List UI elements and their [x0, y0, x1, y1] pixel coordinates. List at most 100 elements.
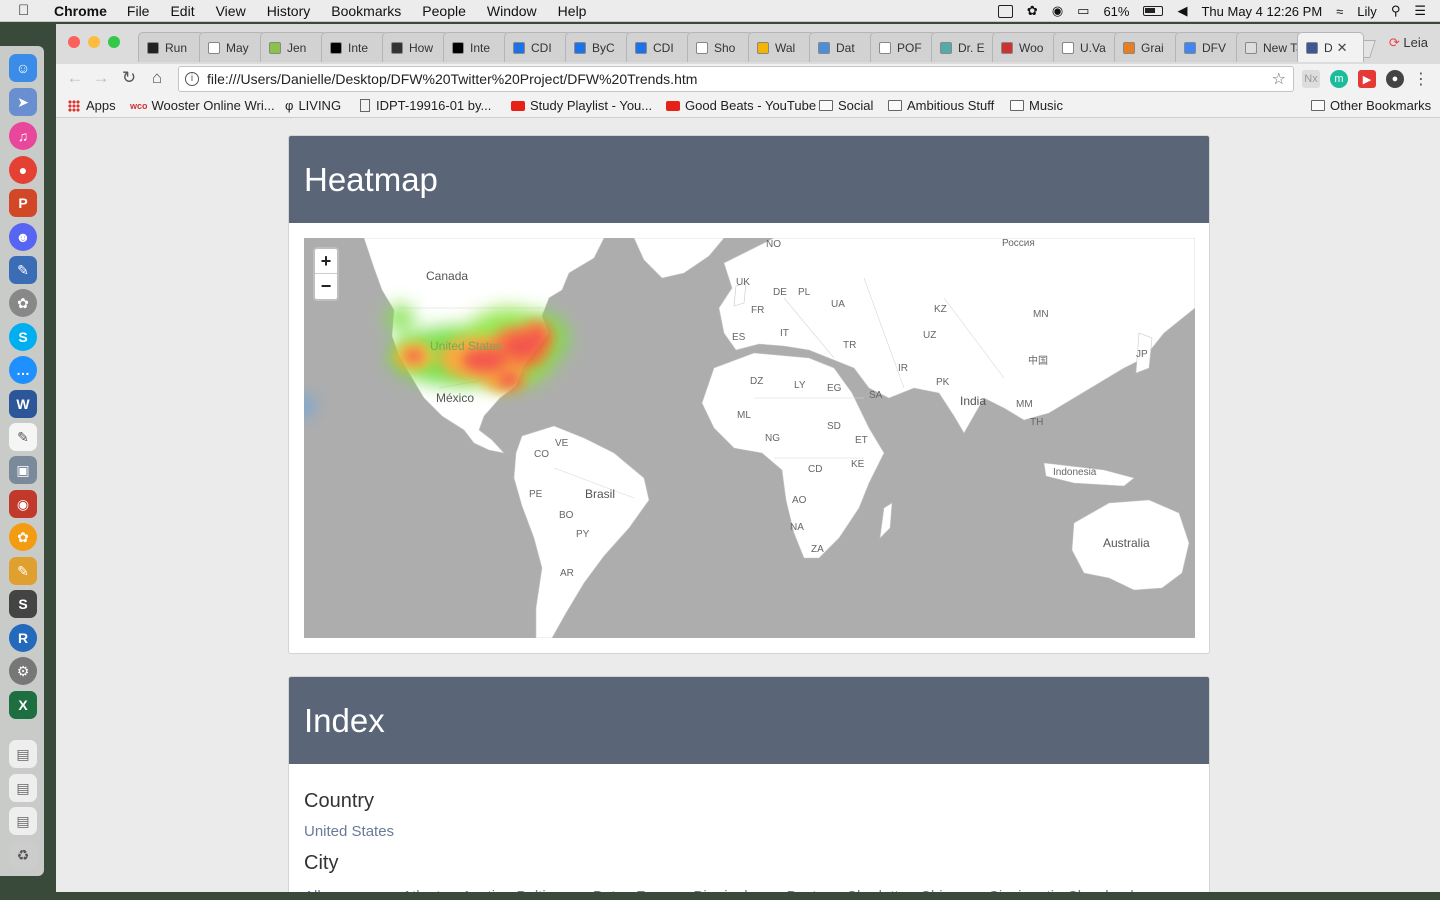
word-icon[interactable]: W — [9, 390, 37, 418]
bookmark-apps[interactable]: Apps — [68, 98, 116, 113]
textedit-icon[interactable]: ✎ — [9, 423, 37, 451]
extension-ghost-icon[interactable]: ● — [1386, 70, 1404, 88]
browser-tab[interactable]: Inte — [443, 32, 510, 62]
menu-history[interactable]: History — [267, 3, 311, 19]
browser-tab[interactable]: Run — [138, 32, 205, 62]
status-app-icon[interactable] — [997, 4, 1013, 18]
city-link[interactable]: Birmingham — [693, 888, 773, 892]
browser-tab[interactable]: May — [199, 32, 266, 62]
app-menu-chrome[interactable]: Chrome — [54, 3, 107, 19]
r-app-icon[interactable]: R — [9, 624, 37, 652]
extension-nx-icon[interactable]: Nx — [1302, 70, 1320, 88]
bookmark-item[interactable]: φ LIVING — [285, 98, 341, 113]
site-info-icon[interactable]: i — [185, 72, 199, 86]
city-link[interactable]: Cincinnati — [988, 888, 1054, 892]
browser-tab[interactable]: D ✕ — [1297, 32, 1364, 62]
battery-percent[interactable]: 61% — [1103, 4, 1129, 19]
home-button[interactable]: ⌂ — [146, 68, 168, 88]
browser-tab[interactable]: Wal — [748, 32, 815, 62]
browser-tab[interactable]: Jen — [260, 32, 327, 62]
menu-edit[interactable]: Edit — [170, 3, 194, 19]
minimize-window-button[interactable] — [88, 36, 100, 48]
city-link[interactable]: Baton Rouge — [593, 888, 681, 892]
city-link[interactable]: Charlotte — [846, 888, 907, 892]
sublime-icon[interactable]: S — [9, 590, 37, 618]
browser-tab[interactable]: Woo — [992, 32, 1059, 62]
back-button[interactable]: ← — [64, 68, 86, 88]
photos-icon[interactable]: ✿ — [9, 523, 37, 551]
extension-m-icon[interactable]: m — [1330, 70, 1348, 88]
city-link[interactable]: Boston — [786, 888, 833, 892]
maximize-window-button[interactable] — [108, 36, 120, 48]
bookmark-item[interactable]: wco Wooster Online Wri... — [130, 98, 275, 113]
wifi-icon[interactable]: ≈ — [1336, 4, 1343, 19]
browser-tab[interactable]: CDI — [626, 32, 693, 62]
extras-icon[interactable]: ◉ — [1052, 3, 1063, 19]
bookmark-other[interactable]: Other Bookmarks — [1311, 98, 1431, 113]
bookmark-item[interactable]: IDPT-19916-01 by... — [360, 98, 491, 113]
notification-center-icon[interactable]: ☰ — [1414, 3, 1426, 19]
messages-icon[interactable]: … — [9, 356, 37, 384]
image-capture-icon[interactable]: ▣ — [9, 456, 37, 484]
excel-icon[interactable]: X — [9, 691, 37, 719]
browser-tab[interactable]: Dr. E — [931, 32, 998, 62]
menu-help[interactable]: Help — [558, 3, 587, 19]
close-window-button[interactable] — [68, 36, 80, 48]
trash-icon[interactable]: ♻ — [9, 841, 37, 869]
downloads-stack-icon[interactable]: ▤ — [9, 774, 37, 802]
chrome-menu-icon[interactable]: ⋮ — [1412, 70, 1430, 88]
photo-booth-icon[interactable]: ◉ — [9, 490, 37, 518]
forward-button[interactable]: → — [90, 68, 112, 88]
skype-icon[interactable]: S — [9, 323, 37, 351]
zoom-in-button[interactable]: + — [315, 249, 337, 274]
user-name[interactable]: Lily — [1357, 4, 1377, 19]
browser-tab[interactable]: Sho — [687, 32, 754, 62]
launchpad-icon[interactable]: ➤ — [9, 88, 37, 116]
bookmark-star-icon[interactable]: ☆ — [1272, 69, 1286, 89]
city-link[interactable]: Cleveland — [1067, 888, 1134, 892]
finder-icon[interactable]: ☺ — [9, 54, 37, 82]
browser-tab[interactable]: Grai — [1114, 32, 1181, 62]
browser-tab[interactable]: Inte — [321, 32, 388, 62]
bookmark-folder[interactable]: Ambitious Stuff — [888, 98, 994, 113]
close-tab-icon[interactable]: ✕ — [1337, 40, 1348, 56]
menu-file[interactable]: File — [127, 3, 150, 19]
system-preferences-icon[interactable]: ⚙ — [9, 657, 37, 685]
apple-menu-icon[interactable]:  — [18, 2, 36, 19]
battery-icon[interactable] — [1143, 6, 1164, 16]
city-link[interactable]: Atlanta — [402, 888, 449, 892]
reload-button[interactable]: ↻ — [118, 68, 140, 88]
menu-people[interactable]: People — [422, 3, 466, 19]
spotlight-search-icon[interactable]: ⚲ — [1391, 3, 1401, 19]
airplay-icon[interactable]: ▭ — [1077, 3, 1089, 19]
browser-tab[interactable]: ByC — [565, 32, 632, 62]
dropbox-icon[interactable]: ✿ — [1027, 3, 1038, 19]
browser-tab[interactable]: New Ta — [1236, 32, 1303, 62]
bookmark-item[interactable]: Good Beats - YouTube — [666, 98, 816, 113]
browser-tab[interactable]: POF — [870, 32, 937, 62]
city-link[interactable]: Albuquerque — [304, 888, 389, 892]
bookmark-folder[interactable]: Music — [1010, 98, 1063, 113]
browser-tab[interactable]: U.Va — [1053, 32, 1120, 62]
heatmap-map[interactable]: Canada United States México Brasil India… — [304, 238, 1195, 638]
browser-tab[interactable]: CDI — [504, 32, 571, 62]
itunes-icon[interactable]: ♫ — [9, 122, 37, 150]
bookmark-item[interactable]: Study Playlist - You... — [511, 98, 652, 113]
menu-bookmarks[interactable]: Bookmarks — [331, 3, 401, 19]
menu-view[interactable]: View — [216, 3, 246, 19]
browser-tab[interactable]: How — [382, 32, 449, 62]
city-link[interactable]: Austin — [462, 888, 504, 892]
profile-button[interactable]: ⟳ Leia — [1389, 35, 1428, 51]
preview-app-icon[interactable]: ✿ — [9, 289, 37, 317]
city-link[interactable]: Chicago — [920, 888, 975, 892]
folder-stack-icon[interactable]: ▤ — [9, 807, 37, 835]
volume-icon[interactable]: ◀ — [1177, 3, 1187, 19]
zoom-out-button[interactable]: − — [315, 274, 337, 299]
country-link[interactable]: United States — [304, 823, 394, 840]
chrome-icon[interactable]: ● — [9, 156, 37, 184]
address-bar[interactable]: i file:///Users/Danielle/Desktop/DFW%20T… — [178, 66, 1294, 92]
city-link[interactable]: Baltimore — [516, 888, 579, 892]
notes-icon[interactable]: ✎ — [9, 557, 37, 585]
browser-tab[interactable]: DFV — [1175, 32, 1242, 62]
document-stack-icon[interactable]: ▤ — [9, 740, 37, 768]
